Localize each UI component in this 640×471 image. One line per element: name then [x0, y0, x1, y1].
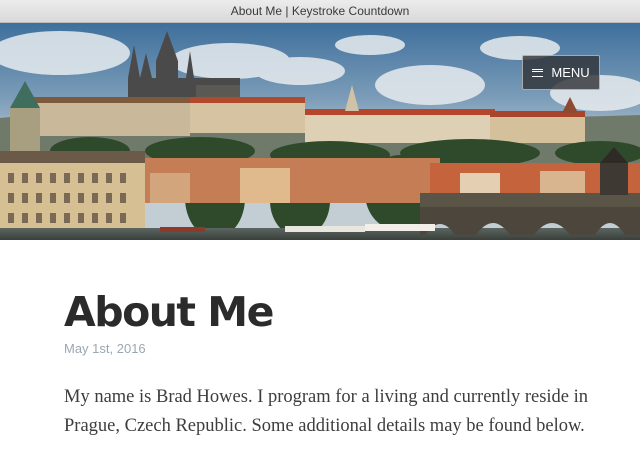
hero-banner: MENU — [0, 23, 640, 240]
post-date: May 1st, 2016 — [64, 341, 146, 356]
article-content: About Me May 1st, 2016 My name is Brad H… — [0, 288, 640, 441]
window-titlebar: About Me | Keystroke Countdown — [0, 0, 640, 23]
menu-label: MENU — [551, 65, 590, 80]
menu-button[interactable]: MENU — [522, 55, 600, 90]
page-title: About Me — [64, 288, 274, 336]
hamburger-icon — [532, 68, 544, 77]
intro-paragraph: My name is Brad Howes. I program for a l… — [64, 387, 589, 436]
window-title: About Me | Keystroke Countdown — [230, 4, 410, 18]
browser-window: About Me | Keystroke Countdown MENU Abou… — [0, 0, 640, 471]
